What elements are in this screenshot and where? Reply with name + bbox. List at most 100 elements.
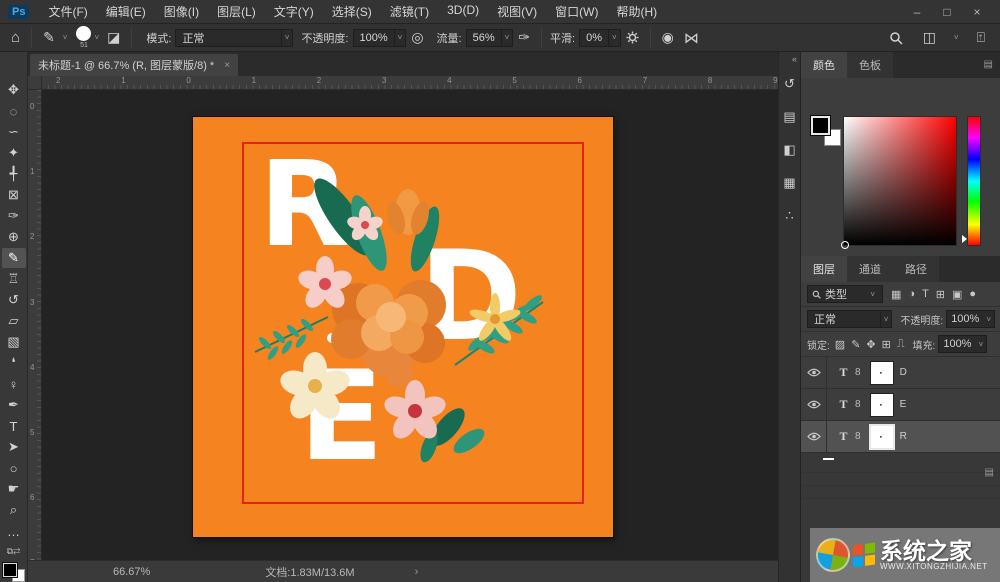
color-cursor[interactable]	[841, 241, 849, 249]
brush-panel-toggle-icon[interactable]: ◪	[102, 29, 125, 46]
layer-row[interactable]: T 8 ▪ E	[801, 389, 1000, 421]
brush-tool-icon[interactable]: ✎	[38, 29, 60, 46]
share-icon[interactable]: ⍐	[972, 29, 990, 46]
tool-button[interactable]: ↺	[2, 290, 26, 310]
tool-button[interactable]: ✥	[2, 80, 26, 100]
type-layer-thumbnail[interactable]: T	[835, 396, 852, 413]
tool-button[interactable]: ✒	[2, 395, 26, 415]
blend-mode-dropdown[interactable]: 正常 ˅	[175, 28, 294, 47]
tool-button[interactable]: ✑	[2, 206, 26, 226]
layer-opacity-dropdown[interactable]: 100% ˅	[946, 310, 995, 328]
saturation-brightness-field[interactable]	[841, 116, 957, 249]
tool-button[interactable]: ♀	[2, 374, 26, 394]
visibility-eye-icon[interactable]	[801, 421, 827, 452]
airbrush-icon[interactable]: ✑	[513, 29, 535, 46]
document-tab[interactable]: 未标题-1 @ 66.7% (R, 图层蒙版/8) * ×	[30, 54, 239, 76]
foreground-background-swatches[interactable]	[1, 562, 25, 582]
dock-panel-icon[interactable]: ∴	[785, 208, 793, 224]
visibility-eye-icon[interactable]	[801, 389, 827, 420]
zoom-level-field[interactable]: 66.67%	[113, 566, 150, 578]
panel-tab[interactable]: 颜色	[801, 52, 847, 78]
menu-item[interactable]: 图层(L)	[208, 0, 265, 23]
tool-button[interactable]: ✎	[1, 248, 26, 268]
filter-icon[interactable]: ●	[969, 288, 976, 300]
hue-slider[interactable]	[962, 116, 981, 246]
layer-mask-thumbnail[interactable]: ▪	[869, 392, 894, 417]
lock-option-icon[interactable]: ✎	[851, 338, 860, 351]
panel-tab[interactable]: 路径	[893, 256, 939, 282]
smoothing-dropdown[interactable]: 0% ˅	[579, 28, 621, 47]
type-layer-thumbnail[interactable]: T	[835, 364, 852, 381]
filter-icon[interactable]: ▣	[952, 288, 962, 301]
type-layer-thumbnail[interactable]: T	[835, 428, 852, 445]
tool-button[interactable]: T	[2, 416, 26, 436]
foreground-color-swatch[interactable]	[810, 115, 831, 136]
lock-option-icon[interactable]: ⎍	[897, 338, 905, 351]
layer-filter-dropdown[interactable]: 类型 ˅	[807, 285, 883, 303]
opacity-pressure-icon[interactable]: ◎	[406, 29, 428, 46]
filter-icon[interactable]: ◑	[908, 288, 915, 300]
dock-panel-icon[interactable]: ▤	[783, 109, 795, 125]
chevron-down-icon[interactable]: ˅	[951, 33, 962, 42]
lock-option-icon[interactable]: ▨	[835, 338, 845, 351]
window-button[interactable]: ×	[962, 5, 992, 19]
tool-button[interactable]: ╃	[2, 164, 26, 184]
tool-button[interactable]: ♖	[2, 269, 26, 289]
tool-button[interactable]: ☛	[2, 479, 26, 499]
panel-menu-icon[interactable]: ▤	[984, 59, 994, 70]
close-tab-icon[interactable]: ×	[224, 60, 230, 71]
tool-button[interactable]: ❛	[2, 353, 26, 373]
dock-panel-icon[interactable]: ▦	[783, 175, 795, 191]
menu-item[interactable]: 视图(V)	[488, 0, 546, 23]
tool-button[interactable]: ▱	[2, 311, 26, 331]
tool-button[interactable]: …	[2, 521, 26, 541]
layer-blend-mode-dropdown[interactable]: 正常 ˅	[807, 310, 893, 328]
hue-slider-pointer[interactable]	[962, 235, 967, 243]
tool-button[interactable]: ⌕	[2, 500, 26, 520]
chevron-down-icon[interactable]: ˅	[60, 33, 71, 42]
flow-dropdown[interactable]: 56% ˅	[465, 28, 514, 47]
workspace-icon[interactable]: ◫	[918, 29, 941, 46]
layer-mask-thumbnail[interactable]: ▪	[868, 423, 895, 450]
menu-item[interactable]: 文字(Y)	[265, 0, 323, 23]
menu-item[interactable]: 滤镜(T)	[381, 0, 438, 23]
layer-fill-dropdown[interactable]: 100% ˅	[938, 335, 988, 353]
window-button[interactable]: –	[902, 5, 932, 19]
layer-row[interactable]: T 8 ▪ D	[801, 357, 1000, 389]
opacity-dropdown[interactable]: 100% ˅	[352, 28, 407, 47]
foreground-color-swatch[interactable]	[1, 562, 18, 578]
brush-preset-picker[interactable]: 51	[76, 26, 92, 49]
symmetry-butterfly-icon[interactable]: ⋈	[679, 29, 704, 47]
window-button[interactable]: □	[932, 5, 962, 19]
filter-icon[interactable]: ▦	[891, 288, 901, 301]
menu-item[interactable]: 选择(S)	[323, 0, 381, 23]
size-pressure-icon[interactable]: ◉	[657, 29, 679, 46]
tool-button[interactable]: ○	[2, 458, 26, 478]
lock-option-icon[interactable]: ✥	[866, 338, 875, 351]
menu-item[interactable]: 窗口(W)	[546, 0, 607, 23]
chevron-down-icon[interactable]: ˅	[91, 33, 102, 42]
visibility-eye-icon[interactable]	[801, 357, 827, 388]
lock-option-icon[interactable]: ⊞	[882, 338, 891, 351]
document-canvas[interactable]: R D E	[193, 117, 613, 537]
tool-button[interactable]: ⊠	[2, 185, 26, 205]
menu-item[interactable]: 帮助(H)	[607, 0, 666, 23]
layer-mask-thumbnail[interactable]: ▪	[869, 360, 894, 385]
tool-button[interactable]: ∽	[2, 122, 26, 142]
tool-button[interactable]: ➤	[2, 437, 26, 457]
panel-tab[interactable]: 通道	[847, 256, 893, 282]
tool-button[interactable]: ▧	[2, 332, 26, 352]
panel-menu-icon[interactable]: ▤	[985, 467, 995, 478]
status-chevron-icon[interactable]: ›	[415, 566, 419, 578]
dock-panel-icon[interactable]: ◧	[783, 142, 795, 158]
gear-icon[interactable]	[621, 31, 644, 44]
menu-item[interactable]: 编辑(E)	[97, 0, 155, 23]
swap-colors-icon[interactable]: ⧉⇄	[7, 546, 21, 557]
search-icon[interactable]	[884, 31, 908, 45]
tool-button[interactable]: ✦	[2, 143, 26, 163]
panel-tab[interactable]: 色板	[847, 52, 893, 78]
menu-item[interactable]: 图像(I)	[155, 0, 208, 23]
filter-icon[interactable]: T	[922, 288, 929, 300]
color-swatches[interactable]	[810, 115, 841, 146]
collapse-panels-icon[interactable]: «	[779, 52, 800, 66]
